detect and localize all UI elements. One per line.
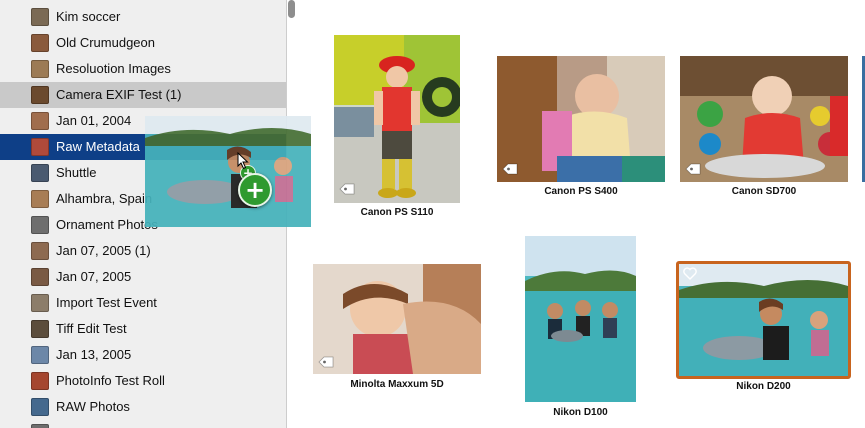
photo-thumbnail-selected[interactable] <box>676 261 851 379</box>
sidebar-item-import-test-event[interactable]: Import Test Event <box>0 290 286 316</box>
sidebar-item-label: Jan 13, 2005 <box>56 347 132 362</box>
photo-image <box>497 56 665 182</box>
keyword-tag-icon <box>685 163 701 175</box>
photo-caption: Minolta Maxxum 5D <box>350 379 444 390</box>
drag-preview-image <box>145 116 311 227</box>
event-thumbnail <box>31 372 49 390</box>
photo-thumbnail[interactable] <box>313 264 481 374</box>
photo-thumbnail[interactable] <box>334 35 460 203</box>
event-thumbnail <box>31 8 49 26</box>
photo-thumbnail[interactable] <box>525 236 636 402</box>
event-thumbnail <box>31 60 49 78</box>
sidebar-item-label: Ornament Photos <box>56 217 158 232</box>
event-thumbnail <box>31 34 49 52</box>
event-thumbnail <box>31 216 49 234</box>
sidebar-scrollbar[interactable] <box>288 0 295 18</box>
sidebar-item-camera-exif-test[interactable]: Camera EXIF Test (1) <box>0 82 286 108</box>
keyword-tag-icon <box>339 183 355 195</box>
sidebar-item-label: Shuttle <box>56 165 97 180</box>
add-plus-icon: + <box>238 173 272 207</box>
photo-image <box>680 56 848 182</box>
sidebar-item-label: Jan 01, 2004 <box>56 113 132 128</box>
sidebar-item-jan-13-2005[interactable]: Jan 13, 2005 <box>0 342 286 368</box>
sidebar-item-label: RAW Photos <box>56 399 130 414</box>
sidebar-item-kim-soccer[interactable]: Kim soccer <box>0 4 286 30</box>
sidebar-item-label: Old Crumudgeon <box>56 35 155 50</box>
event-thumbnail <box>31 320 49 338</box>
event-thumbnail <box>31 86 49 104</box>
sidebar-item-label: Tiff Edit Test <box>56 321 127 336</box>
photo-thumbnail[interactable] <box>680 56 848 182</box>
photo-caption: Canon PS S400 <box>544 186 618 197</box>
photo-caption: Canon PS S110 <box>360 207 434 218</box>
event-thumbnail <box>31 112 49 130</box>
photo-image <box>334 35 460 203</box>
sidebar-item-label: Alhambra, Spain <box>56 191 153 206</box>
sidebar-item-old-crumudgeon[interactable]: Old Crumudgeon <box>0 30 286 56</box>
sidebar-item-tiff-edit-test[interactable]: Tiff Edit Test <box>0 316 286 342</box>
mouse-pointer-icon <box>237 152 249 170</box>
event-thumbnail <box>31 346 49 364</box>
sidebar-item-label: Jan 07, 2005 (1) <box>56 243 151 258</box>
sidebar-item-label: Kim soccer <box>56 9 121 24</box>
sidebar-item-label: Raw Metadata <box>56 139 140 154</box>
photo-caption: Nikon D200 <box>736 381 791 392</box>
event-thumbnail <box>31 164 49 182</box>
keyword-tag-icon <box>502 163 518 175</box>
sidebar-item-label: Jan 07, 2005 <box>56 269 132 284</box>
sidebar-item-raw-photos[interactable]: RAW Photos <box>0 394 286 420</box>
event-thumbnail <box>31 190 49 208</box>
sidebar-item-resoluotion-images[interactable]: Resoluotion Images <box>0 56 286 82</box>
photo-image <box>525 236 636 402</box>
event-thumbnail <box>31 424 49 428</box>
sidebar-item-label: Camera EXIF Test (1) <box>56 87 182 102</box>
photo-image <box>679 264 848 376</box>
sidebar-item-label: Import Test Event <box>56 295 157 310</box>
photo-caption: Canon SD700 <box>731 186 797 197</box>
event-thumbnail <box>31 138 49 156</box>
photo-caption: Nikon D100 <box>553 407 608 418</box>
event-thumbnail <box>31 294 49 312</box>
event-thumbnail <box>31 398 49 416</box>
favorite-heart-icon[interactable] <box>683 267 697 280</box>
sidebar-item-jan-07-2005-1[interactable]: Jan 07, 2005 (1) <box>0 238 286 264</box>
event-thumbnail <box>31 268 49 286</box>
event-thumbnail <box>31 242 49 260</box>
sidebar-item-photoinfo-test-roll[interactable]: PhotoInfo Test Roll <box>0 368 286 394</box>
photo-grid: Canon PS S110 Canon PS S400 Canon SD700 … <box>301 0 865 428</box>
photo-image <box>145 116 311 227</box>
sidebar-item-jan-07-2005[interactable]: Jan 07, 2005 <box>0 264 286 290</box>
photo-image <box>313 264 481 374</box>
sidebar-item-label: PhotoInfo Test Roll <box>56 373 165 388</box>
sidebar-item-partial[interactable] <box>0 420 286 428</box>
sidebar-item-label: Resoluotion Images <box>56 61 171 76</box>
keyword-tag-icon <box>318 356 334 368</box>
photo-thumbnail[interactable] <box>497 56 665 182</box>
